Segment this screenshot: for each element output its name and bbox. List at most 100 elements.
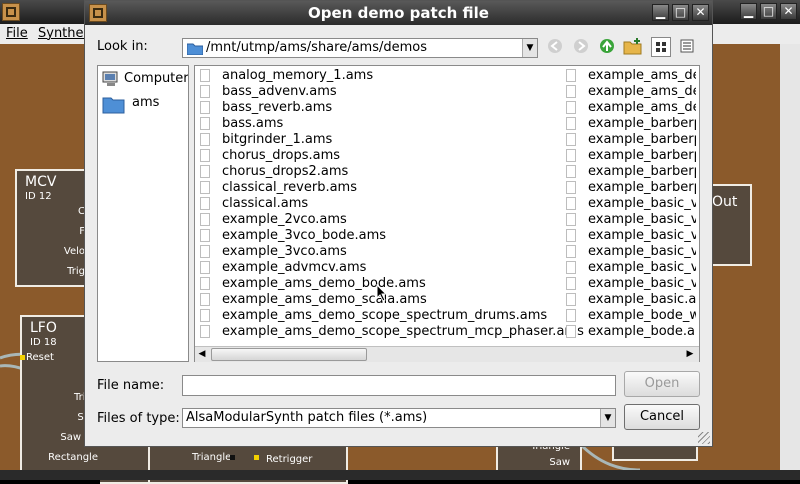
scroll-thumb[interactable] xyxy=(211,348,367,361)
port-jack[interactable] xyxy=(20,355,25,360)
file-item[interactable]: example_basic_vcf xyxy=(566,260,696,276)
file-item[interactable]: example_basic_vcf xyxy=(566,228,696,244)
file-name: bitgrinder_1.ams xyxy=(222,132,333,147)
file-name: example_basic_vcf xyxy=(588,260,696,275)
file-icon xyxy=(200,85,210,98)
file-list-horizontal-scrollbar[interactable]: ◀ ▶ xyxy=(195,346,699,362)
file-icon xyxy=(566,149,576,162)
list-view-icon[interactable] xyxy=(651,37,671,57)
file-item[interactable]: example_bode.ams xyxy=(566,324,696,340)
chevron-down-icon[interactable]: ▼ xyxy=(522,39,537,57)
file-name-label: File name: xyxy=(97,378,165,393)
file-icon xyxy=(566,181,576,194)
file-icon xyxy=(200,197,210,210)
close-icon[interactable]: ✕ xyxy=(780,3,797,20)
port-label: Trig xyxy=(67,266,85,277)
file-name: bass_reverb.ams xyxy=(222,100,333,115)
file-name: chorus_drops2.ams xyxy=(222,164,349,179)
dialog-titlebar: Open demo patch file ▁ □ ✕ xyxy=(85,1,712,25)
port-label: Velo xyxy=(63,246,85,257)
module-title: MCV xyxy=(25,174,57,190)
menu-file[interactable]: File xyxy=(6,24,28,44)
scroll-left-icon[interactable]: ◀ xyxy=(195,347,209,362)
canvas-vertical-scrollbar[interactable] xyxy=(780,44,800,470)
file-name: example_3vco_bode.ams xyxy=(222,228,387,243)
look-in-label: Look in: xyxy=(97,39,148,54)
parent-directory-icon[interactable] xyxy=(597,37,617,57)
port-jack[interactable] xyxy=(230,455,235,460)
file-item[interactable]: example_barberpo xyxy=(566,116,696,132)
file-icon xyxy=(566,309,576,322)
file-item[interactable]: example_basic_vcf xyxy=(566,276,696,292)
close-icon[interactable]: ✕ xyxy=(692,4,709,21)
menu-synthesis[interactable]: Synthes xyxy=(38,24,90,44)
file-item[interactable]: example_basic_vcf xyxy=(566,244,696,260)
computer-icon xyxy=(102,71,118,86)
sidebar-item-label: Computer xyxy=(124,71,189,86)
chevron-down-icon[interactable]: ▼ xyxy=(600,409,615,427)
sidebar-places: Computer ams xyxy=(97,65,189,362)
cancel-button[interactable]: Cancel xyxy=(624,404,700,430)
file-name: analog_memory_1.ams xyxy=(222,68,374,83)
file-item[interactable]: example_bode_wa xyxy=(566,308,696,324)
file-icon xyxy=(200,181,210,194)
new-folder-icon[interactable] xyxy=(623,37,643,57)
file-item[interactable]: example_barberpo xyxy=(566,132,696,148)
file-name: example_ams_dem xyxy=(588,84,696,99)
status-strip xyxy=(0,470,800,480)
file-name: example_ams_demo_scope_spectrum_drums.am… xyxy=(222,308,548,323)
port-label: Reset xyxy=(26,352,54,363)
open-button[interactable]: Open xyxy=(624,371,700,397)
files-of-type-label: Files of type: xyxy=(97,411,180,426)
file-name: example_basic_vcf xyxy=(588,228,696,243)
file-name: example_barberpo xyxy=(588,148,696,163)
file-name: example_barberpo xyxy=(588,132,696,147)
file-item[interactable]: example_basic.ams xyxy=(566,292,696,308)
maximize-icon[interactable]: □ xyxy=(760,3,777,20)
file-name: classical.ams xyxy=(222,196,309,211)
port-jack[interactable] xyxy=(254,455,259,460)
file-icon xyxy=(200,165,210,178)
file-icon xyxy=(566,85,576,98)
file-item[interactable]: example_basic_vcf xyxy=(566,196,696,212)
minimize-icon[interactable]: ▁ xyxy=(652,4,669,21)
file-name-input[interactable] xyxy=(182,375,616,396)
file-item[interactable]: example_barberpo xyxy=(566,148,696,164)
file-item[interactable]: example_barberpo xyxy=(566,164,696,180)
files-of-type-combo[interactable]: AlsaModularSynth patch files (*.ams) ▼ xyxy=(182,408,616,428)
look-in-path: /mnt/utmp/ams/share/ams/demos xyxy=(206,40,428,55)
module-id: ID 18 xyxy=(30,337,57,348)
file-name: example_ams_demo_scope_spectrum_mcp_phas… xyxy=(222,324,584,339)
file-name: example_ams_demo_scala.ams xyxy=(222,292,427,307)
look-in-combo[interactable]: /mnt/utmp/ams/share/ams/demos ▼ xyxy=(182,38,538,58)
file-list[interactable]: analog_memory_1.ams bass_advenv.ams bass_r… xyxy=(194,65,700,362)
forward-icon[interactable] xyxy=(571,37,591,57)
dialog-title: Open demo patch file xyxy=(308,4,489,22)
file-item[interactable]: example_ams_dem xyxy=(566,84,696,100)
resize-grip-icon[interactable] xyxy=(698,432,710,444)
file-item[interactable]: example_ams_dem xyxy=(566,100,696,116)
open-file-dialog: Open demo patch file ▁ □ ✕ Look in: /mnt… xyxy=(84,0,713,447)
detail-view-icon[interactable] xyxy=(677,37,697,57)
port-label: Retrigger xyxy=(266,454,313,465)
scroll-right-icon[interactable]: ▶ xyxy=(683,347,697,362)
file-icon xyxy=(200,309,210,322)
back-icon[interactable] xyxy=(545,37,565,57)
file-icon xyxy=(200,229,210,242)
file-item[interactable]: example_ams_dem xyxy=(566,68,696,84)
file-icon xyxy=(200,325,210,338)
maximize-icon[interactable]: □ xyxy=(672,4,689,21)
file-icon xyxy=(200,101,210,114)
files-of-type-value: AlsaModularSynth patch files (*.ams) xyxy=(186,410,428,425)
file-item[interactable]: example_basic_vcf xyxy=(566,212,696,228)
minimize-icon[interactable]: ▁ xyxy=(740,3,757,20)
file-column-2: example_ams_demexample_ams_demexample_am… xyxy=(566,68,696,348)
app-icon xyxy=(2,3,20,21)
file-icon xyxy=(566,213,576,226)
file-icon xyxy=(566,133,576,146)
file-icon xyxy=(566,229,576,242)
file-item[interactable]: example_barberpo xyxy=(566,180,696,196)
sidebar-item-label: ams xyxy=(132,95,160,110)
file-name: example_ams_demo_bode.ams xyxy=(222,276,426,291)
folder-icon xyxy=(187,43,203,55)
